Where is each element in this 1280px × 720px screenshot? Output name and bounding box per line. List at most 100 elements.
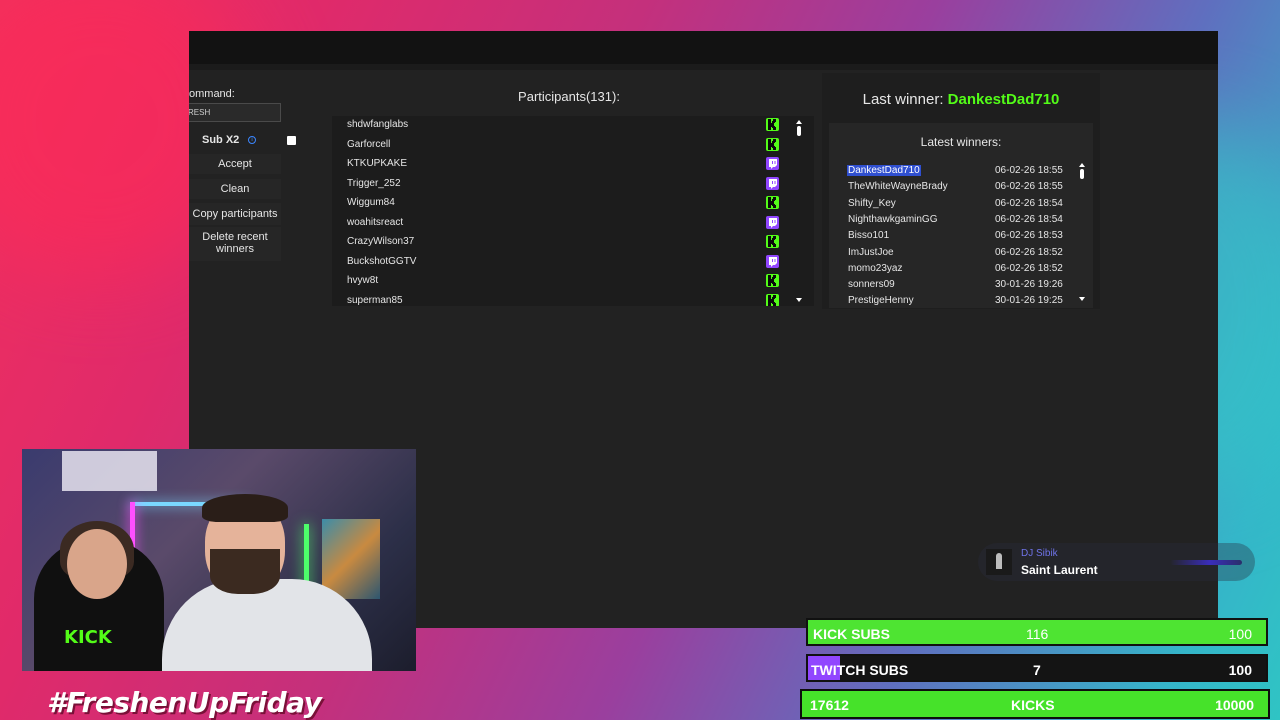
winner-name: PrestigeHenny xyxy=(848,295,914,307)
kick-logo-icon xyxy=(766,118,779,131)
last-winner-name: DankestDad710 xyxy=(947,91,1060,108)
participant-name: Garforcell xyxy=(347,138,391,150)
winner-name: momo23yaz xyxy=(848,262,903,274)
scroll-thumb[interactable] xyxy=(1080,169,1084,179)
info-icon[interactable]: i xyxy=(248,136,256,144)
twitch-subs-target: 100 xyxy=(1228,662,1252,678)
twitch-logo-icon xyxy=(766,215,779,229)
kick-logo-icon xyxy=(766,235,779,248)
copy-participants-button[interactable]: Copy participants xyxy=(189,203,281,225)
winner-row[interactable]: DankestDad710 06-02-26 18:55 xyxy=(847,163,1069,178)
winner-row[interactable]: momo23yaz 06-02-26 18:52 xyxy=(847,261,1069,276)
delete-recent-winners-button[interactable]: Delete recent winners xyxy=(189,227,281,261)
winner-row[interactable]: Shifty_Key 06-02-26 18:54 xyxy=(847,196,1069,211)
winner-row[interactable]: sonners09 30-01-26 19:26 xyxy=(847,277,1069,292)
winners-scrollbar[interactable] xyxy=(1077,163,1087,301)
participants-list: shdwfanglabs Garforcell KTKUPKAKE Trigger_2… xyxy=(332,116,814,306)
streamer-right-beard xyxy=(210,549,280,594)
participant-name: superman85 xyxy=(347,294,403,306)
latest-winners-box: Latest winners: DankestDad710 06-02-26 18… xyxy=(829,123,1093,308)
twitch-logo-icon xyxy=(766,157,779,170)
participant-row[interactable]: superman85 xyxy=(332,292,782,306)
winner-name: Shifty_Key xyxy=(848,197,896,209)
winner-timestamp: 06-02-26 18:55 xyxy=(995,181,1063,193)
participant-row[interactable]: Trigger_252 xyxy=(332,175,782,194)
winner-timestamp: 06-02-26 18:52 xyxy=(995,262,1063,274)
winner-name: ImJustJoe xyxy=(848,246,894,258)
twitch-subs-current: 7 xyxy=(1033,662,1041,678)
kicks-label: KICKS xyxy=(1011,697,1055,713)
clean-button[interactable]: Clean xyxy=(189,179,281,199)
winner-name: DankestDad710 xyxy=(847,165,921,176)
participant-name: Trigger_252 xyxy=(347,177,401,189)
album-art xyxy=(986,549,1012,575)
kicks-goal-bar: 17612 KICKS 10000 xyxy=(800,689,1270,719)
twitch-logo-icon xyxy=(766,176,779,190)
webcam-feed: KICK xyxy=(22,449,416,671)
scroll-thumb[interactable] xyxy=(797,126,801,136)
winner-timestamp: 30-01-26 19:25 xyxy=(995,295,1063,307)
webcam-window-light xyxy=(62,451,157,491)
participant-row[interactable]: CrazyWilson37 xyxy=(332,233,782,252)
winner-name: TheWhiteWayneBrady xyxy=(848,181,948,193)
participant-row[interactable]: Garforcell xyxy=(332,136,782,155)
kick-subs-label: KICK SUBS xyxy=(813,626,891,642)
kick-subs-goal-bar: KICK SUBS 116 100 xyxy=(806,618,1268,646)
participant-name: shdwfanglabs xyxy=(347,119,409,130)
participant-name: KTKUPKAKE xyxy=(347,158,408,169)
now-playing-title: Saint Laurent xyxy=(1021,563,1098,577)
kick-subs-current: 116 xyxy=(1026,626,1049,642)
participant-row[interactable]: Wiggum84 xyxy=(332,194,782,213)
participant-name: CrazyWilson37 xyxy=(347,236,415,247)
scroll-up-arrow-icon[interactable] xyxy=(796,120,802,124)
command-label: ommand: xyxy=(189,88,235,100)
winner-row[interactable]: NighthawkgaminGG 06-02-26 18:54 xyxy=(847,212,1069,227)
now-playing-artist: DJ Sibik xyxy=(1021,548,1058,559)
winner-timestamp: 30-01-26 19:26 xyxy=(995,279,1063,291)
command-input[interactable]: RESH xyxy=(189,103,281,122)
kick-subs-target: 100 xyxy=(1228,626,1252,642)
streamer-left-face xyxy=(67,529,127,599)
kicks-current: 17612 xyxy=(810,697,849,713)
participant-row[interactable]: shdwfanglabs xyxy=(332,116,782,135)
winner-timestamp: 06-02-26 18:52 xyxy=(995,246,1063,258)
participant-row[interactable]: woahitsreact xyxy=(332,214,782,233)
now-playing-progress-bar xyxy=(1170,560,1242,565)
participant-name: hvyw8t xyxy=(347,275,379,286)
participant-name: Wiggum84 xyxy=(347,197,395,208)
scroll-up-arrow-icon[interactable] xyxy=(1079,163,1085,167)
winner-timestamp: 06-02-26 18:54 xyxy=(995,213,1063,225)
participant-row[interactable]: BuckshotGGTV xyxy=(332,253,782,272)
winner-row[interactable]: TheWhiteWayneBrady 06-02-26 18:55 xyxy=(847,179,1069,194)
kick-logo-icon xyxy=(766,274,779,287)
app-toolbar-strip xyxy=(189,64,1218,70)
participant-row[interactable]: hvyw8t xyxy=(332,272,782,291)
winner-panel: Last winner: DankestDad710 Latest winner… xyxy=(822,73,1100,309)
now-playing-widget: DJ Sibik Saint Laurent xyxy=(978,543,1255,581)
hashtag-banner: #FreshenUpFriday xyxy=(47,686,322,719)
winner-timestamp: 06-02-26 18:54 xyxy=(995,197,1063,209)
participant-name: BuckshotGGTV xyxy=(347,255,417,267)
kick-logo-icon xyxy=(766,293,779,306)
winner-row[interactable]: Bisso101 06-02-26 18:53 xyxy=(847,228,1069,243)
streamer-right-hair xyxy=(202,494,288,522)
winner-timestamp: 06-02-26 18:55 xyxy=(995,165,1063,176)
scroll-down-arrow-icon[interactable] xyxy=(796,298,802,302)
participants-scrollbar[interactable] xyxy=(794,120,804,302)
kicks-target: 10000 xyxy=(1215,697,1254,713)
sub-x2-checkbox[interactable] xyxy=(287,136,296,145)
winner-row[interactable]: PrestigeHenny 30-01-26 19:25 xyxy=(847,293,1069,308)
winner-timestamp: 06-02-26 18:53 xyxy=(995,230,1063,242)
album-figure-icon xyxy=(996,553,1002,569)
wall-painting xyxy=(322,519,380,599)
shirt-logo-text: KICK xyxy=(64,627,112,648)
scroll-down-arrow-icon[interactable] xyxy=(1079,297,1085,301)
winner-row[interactable]: ImJustJoe 06-02-26 18:52 xyxy=(847,245,1069,260)
accept-button[interactable]: Accept xyxy=(189,154,281,174)
kick-logo-icon xyxy=(766,137,779,151)
last-winner-label: Last winner: xyxy=(862,91,944,108)
latest-winners-title: Latest winners: xyxy=(920,135,1002,149)
last-winner-heading: Last winner: DankestDad710 xyxy=(822,91,1100,108)
participants-title: Participants(131): xyxy=(518,89,620,104)
participant-row[interactable]: KTKUPKAKE xyxy=(332,155,782,174)
